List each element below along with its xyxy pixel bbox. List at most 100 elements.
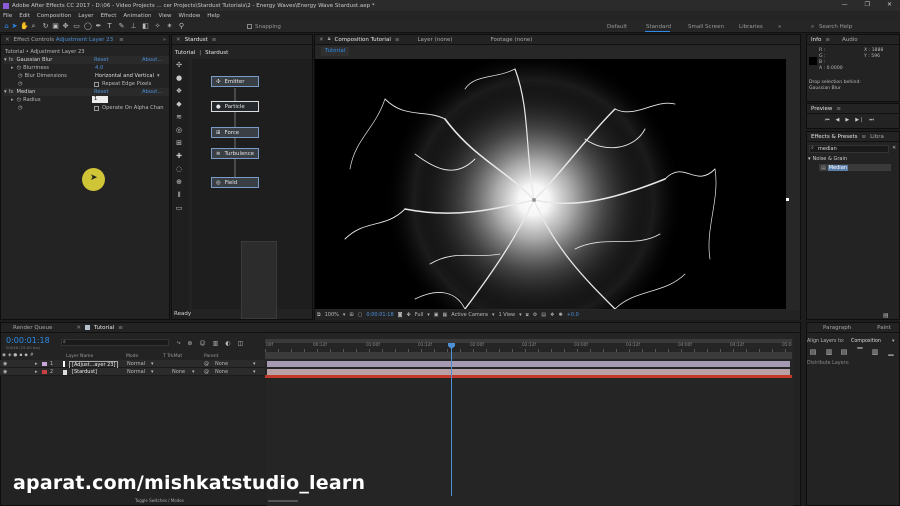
comp-mini-flowchart-icon[interactable]: ⤷ <box>177 339 180 347</box>
panel-menu-icon[interactable]: ≡ <box>395 37 400 43</box>
lock-icon[interactable]: ▪ <box>19 353 22 358</box>
tab-audio[interactable]: Audio <box>842 37 858 43</box>
align-right-icon[interactable]: ▤ <box>840 348 848 356</box>
color-icon[interactable]: ✤ <box>407 312 411 318</box>
align-left-icon[interactable]: ▤ <box>809 348 817 356</box>
roto-brush-tool-icon[interactable]: ✧ <box>154 23 161 30</box>
chevron-down-icon[interactable]: ▾ <box>151 361 154 367</box>
exposure-icon[interactable]: ✺ <box>559 312 563 318</box>
search-help-input[interactable]: Search Help <box>819 24 852 30</box>
tab-paint[interactable]: Paint <box>877 325 891 331</box>
menu-help[interactable]: Help <box>207 13 220 19</box>
chevron-down-icon[interactable]: ▾ <box>253 369 256 375</box>
median-about-link[interactable]: About... <box>142 89 162 95</box>
transparency-icon[interactable]: ▦ <box>443 312 448 318</box>
chevron-down-icon[interactable]: ▾ <box>192 369 195 375</box>
clone-stamp-tool-icon[interactable]: ⊥ <box>130 23 137 30</box>
comp-timecode[interactable]: 0:00:01:18 <box>366 312 393 318</box>
node-list-scroll[interactable] <box>241 241 277 319</box>
fast-preview-icon[interactable]: ⚙ <box>533 312 537 318</box>
effects-search-input[interactable]: median <box>809 145 889 153</box>
panel-close-icon[interactable]: ✕ <box>5 37 10 43</box>
col-trkmat[interactable]: T TrkMat <box>163 354 182 359</box>
chevron-down-icon[interactable]: ▾ <box>343 312 346 318</box>
col-parent[interactable]: Parent <box>204 354 218 359</box>
node-force-tool-icon[interactable]: ⊞ <box>175 139 183 147</box>
node-emitter[interactable]: ✣ Emitter <box>211 76 259 87</box>
search-icon[interactable]: ⌕ <box>811 24 814 31</box>
tab-preview[interactable]: Preview <box>811 106 832 112</box>
node-camera-tool-icon[interactable]: ◌ <box>175 165 183 173</box>
motion-blur-icon[interactable]: ◐ <box>225 340 230 347</box>
workspace-standard[interactable]: Standard <box>646 24 671 30</box>
timeline-layer-row[interactable]: ◉ ▸ 2 [Stardust] Normal ▾ None ▾ @ None … <box>0 368 265 376</box>
panel-close-icon[interactable]: ✕ <box>176 37 181 43</box>
gaussian-about-link[interactable]: About... <box>142 57 162 63</box>
camera-tool-icon[interactable]: ▣ <box>52 23 59 30</box>
minimize-icon[interactable]: — <box>842 1 848 8</box>
expand-arrow-icon[interactable]: ▸ <box>11 97 14 103</box>
node-turbulence-tool-icon[interactable]: ≋ <box>175 113 183 121</box>
stopwatch-icon[interactable]: ◷ <box>18 73 23 79</box>
tab-timeline-tutorial[interactable]: Tutorial <box>94 325 114 331</box>
layer-mode-dropdown[interactable]: Normal <box>127 369 145 375</box>
resolution-dropdown[interactable]: Full <box>415 312 424 318</box>
playhead-line[interactable] <box>451 344 452 496</box>
chevron-down-icon[interactable]: ▾ <box>492 312 495 318</box>
zoom-dropdown[interactable]: 100% <box>325 312 339 318</box>
chevron-down-icon[interactable]: ▾ <box>157 73 160 79</box>
exposure-value[interactable]: +0.0 <box>567 312 579 318</box>
layer-parent-dropdown[interactable]: None <box>215 369 228 375</box>
puppet-tool-icon[interactable]: ✶ <box>166 23 173 30</box>
composition-viewer[interactable] <box>315 59 786 309</box>
layer-anchor-point[interactable] <box>532 198 536 202</box>
panel-expand-icon[interactable]: » <box>163 37 166 43</box>
selection-tool-icon[interactable]: ➤ <box>11 23 18 30</box>
node-force[interactable]: ⊞ Force <box>211 127 259 138</box>
radius-value-input[interactable]: 1 <box>92 96 108 103</box>
play-icon[interactable]: ▶ <box>845 117 849 123</box>
menu-window[interactable]: Window <box>179 13 201 19</box>
node-turbulence[interactable]: ≋ Turbulence <box>211 148 259 159</box>
align-bottom-icon[interactable]: ▁ <box>887 348 895 356</box>
tab-footage-none[interactable]: Footage (none) <box>491 37 533 43</box>
fx-icon[interactable]: fx <box>9 57 14 63</box>
hand-tool-icon[interactable]: ✋ <box>20 23 29 30</box>
new-bin-icon[interactable]: ▤ <box>883 312 889 319</box>
draft-3d-icon[interactable]: ⊛ <box>187 340 192 347</box>
last-frame-icon[interactable]: ⏭ <box>869 117 874 123</box>
views-dropdown[interactable]: 1 View <box>498 312 515 318</box>
layer-mode-dropdown[interactable]: Normal <box>127 361 145 367</box>
timeline-icon[interactable]: ▤ <box>541 312 546 318</box>
timeline-layer-row[interactable]: ◉ ▸ 1 [Adjust...ayer 23] Normal ▾ @ None… <box>0 360 265 369</box>
node-particle[interactable]: ● Particle <box>211 101 259 112</box>
home-icon[interactable]: ⌂ <box>3 23 10 30</box>
tab-effect-controls[interactable]: Effect Controls Adjustment Layer 23 <box>14 37 113 43</box>
chevron-down-icon[interactable]: ▾ <box>151 369 154 375</box>
node-model-tool-icon[interactable]: ◆ <box>175 100 183 108</box>
node-particle-tool-icon[interactable]: ● <box>175 74 183 82</box>
snapping-checkbox[interactable] <box>247 24 252 29</box>
tab-info[interactable]: Info <box>811 37 821 43</box>
render-icon[interactable]: ⧈ <box>526 312 529 318</box>
label-icon[interactable]: ◆ <box>24 353 27 358</box>
panel-menu-icon[interactable]: ≡ <box>212 37 217 43</box>
node-aux-tool-icon[interactable]: ⦀ <box>175 191 183 199</box>
fx-icon[interactable]: fx <box>9 89 14 95</box>
layer-label-color[interactable] <box>42 370 47 374</box>
node-field[interactable]: ◎ Field <box>211 177 259 188</box>
workspace-small-screen[interactable]: Small Screen <box>688 24 724 30</box>
tab-effects-presets[interactable]: Effects & Presets <box>811 134 858 140</box>
chevron-down-icon[interactable]: ▾ <box>519 312 522 318</box>
align-vcenter-icon[interactable]: ▥ <box>871 348 879 356</box>
comp-subtab-tutorial[interactable]: Tutorial <box>321 47 350 56</box>
blurriness-value[interactable]: 4.0 <box>95 65 103 71</box>
prev-frame-icon[interactable]: ◀ <box>836 117 840 123</box>
eraser-tool-icon[interactable]: ◧ <box>142 23 149 30</box>
node-group-tool-icon[interactable]: ⊕ <box>175 178 183 186</box>
grid-icon[interactable]: ⊞ <box>349 312 353 318</box>
graph-editor-icon[interactable]: ◫ <box>238 340 244 347</box>
rotate-tool-icon[interactable]: ↻ <box>42 23 49 30</box>
stopwatch-icon[interactable]: ◷ <box>17 65 22 71</box>
stopwatch-icon[interactable]: ◷ <box>18 81 23 87</box>
